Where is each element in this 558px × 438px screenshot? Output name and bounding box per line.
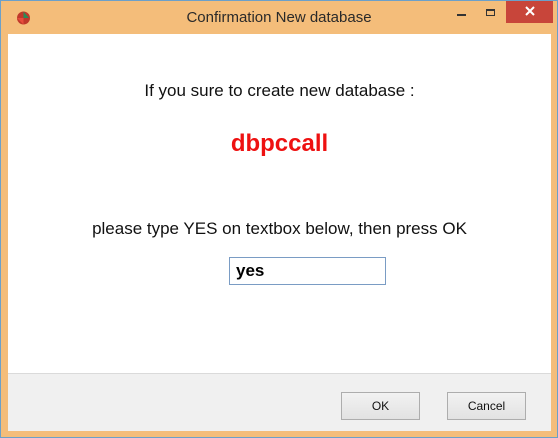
maximize-button[interactable] [476,1,504,23]
confirm-message: If you sure to create new database : [144,81,415,100]
ok-button[interactable]: OK [341,392,420,420]
close-icon [524,3,535,21]
close-button[interactable] [506,1,553,23]
cancel-button[interactable]: Cancel [447,392,526,420]
minimize-icon [456,14,466,16]
maximize-icon [485,8,495,16]
database-name: dbpccall [230,130,329,157]
minimize-button[interactable] [447,1,475,23]
dialog-body: If you sure to create new database : dbp… [8,34,551,373]
button-bar: OK Cancel [8,373,551,431]
dialog-window: Confirmation New database If you sure to… [0,0,558,438]
title-bar[interactable]: Confirmation New database [1,1,557,34]
instruction-text: please type YES on textbox below, then p… [92,219,467,238]
confirm-input[interactable] [229,257,386,285]
